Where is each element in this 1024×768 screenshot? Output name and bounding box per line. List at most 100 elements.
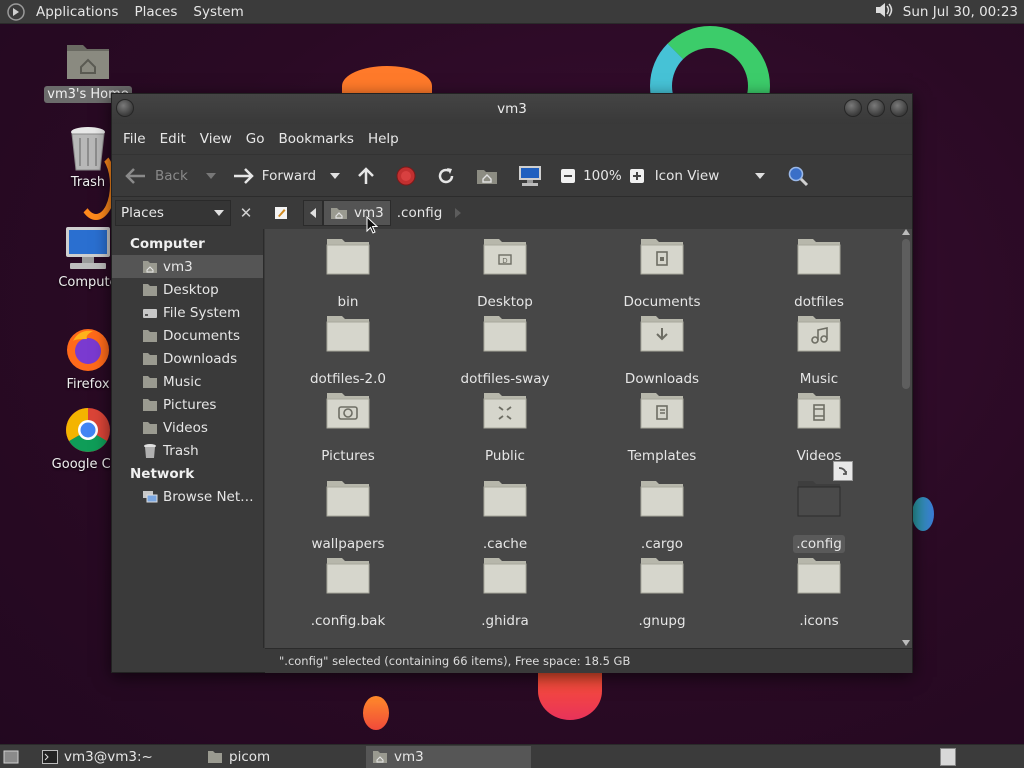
trash-icon — [64, 124, 112, 172]
drive-icon — [142, 305, 158, 321]
menu-bookmarks[interactable]: Bookmarks — [272, 131, 361, 147]
back-history-dropdown-icon[interactable] — [205, 172, 216, 179]
minimize-button[interactable] — [844, 99, 862, 117]
sidebar-heading-network: Network — [130, 466, 195, 482]
search-button[interactable] — [782, 160, 814, 192]
maximize-button[interactable] — [867, 99, 885, 117]
file-item[interactable]: dotfiles-2.0 — [273, 312, 423, 388]
forward-history-dropdown-icon[interactable] — [330, 172, 341, 179]
sidebar-item-label: Trash — [163, 442, 199, 459]
breadcrumb-scroll-left[interactable] — [303, 199, 323, 226]
folder-icon — [326, 312, 370, 352]
file-item[interactable]: .cargo — [587, 477, 737, 553]
sidebar-item-documents[interactable]: Documents — [112, 324, 263, 347]
sidebar-item-browse-net[interactable]: Browse Net… — [112, 485, 263, 508]
chevron-right-icon — [455, 207, 462, 218]
applications-menu[interactable]: Applications — [28, 0, 126, 24]
scroll-down-icon[interactable] — [902, 640, 910, 646]
computer-button[interactable] — [513, 160, 547, 192]
reload-button[interactable] — [431, 160, 461, 192]
vertical-scrollbar[interactable] — [902, 229, 910, 646]
svg-text:D: D — [502, 257, 507, 265]
zoom-in-icon — [629, 168, 644, 183]
home-button[interactable] — [471, 160, 503, 192]
file-icon-view[interactable]: bin D Desktop Documents dotfiles dotfile… — [265, 229, 912, 648]
forward-button[interactable]: Forward — [227, 160, 345, 192]
sidebar-item-label: Music — [163, 373, 202, 390]
menu-file[interactable]: File — [116, 131, 153, 147]
scrollbar-thumb[interactable] — [902, 239, 910, 389]
back-arrow-icon — [125, 167, 145, 184]
home-folder-icon — [64, 36, 112, 84]
folder-icon — [797, 389, 841, 429]
file-item[interactable]: .gnupg — [587, 554, 737, 630]
menu-view[interactable]: View — [193, 131, 239, 147]
workspace-switcher[interactable] — [940, 747, 956, 766]
file-item[interactable]: .config.bak — [273, 554, 423, 630]
reload-icon — [438, 167, 454, 183]
bottom-panel: vm3@vm3:~ picom vm3 — [0, 744, 1024, 768]
zoom-out-icon — [561, 168, 576, 183]
zoom-in-button[interactable] — [624, 160, 650, 192]
file-item[interactable]: D Desktop — [430, 235, 580, 311]
sidebar-item-videos[interactable]: Videos — [112, 416, 263, 439]
system-menu[interactable]: System — [185, 0, 251, 24]
file-item[interactable]: Downloads — [587, 312, 737, 388]
sidebar-type-selector[interactable]: Places — [115, 199, 231, 226]
sidebar-type-label: Places — [121, 204, 164, 221]
speaker-icon[interactable] — [873, 0, 895, 24]
file-item[interactable]: Pictures — [273, 389, 423, 465]
breadcrumb-vm3[interactable]: vm3 — [323, 199, 391, 226]
sidebar-item-trash[interactable]: Trash — [112, 439, 263, 462]
sidebar-item-pictures[interactable]: Pictures — [112, 393, 263, 416]
zoom-out-button[interactable] — [555, 160, 581, 192]
window-titlebar[interactable]: vm3 — [112, 94, 912, 124]
file-item[interactable]: Videos — [744, 389, 894, 465]
show-desktop-button[interactable] — [0, 746, 22, 768]
scroll-up-icon[interactable] — [902, 229, 910, 235]
file-item[interactable]: Templates — [587, 389, 737, 465]
back-button[interactable]: Back — [120, 160, 221, 192]
file-item[interactable]: wallpapers — [273, 477, 423, 553]
stop-button[interactable] — [391, 160, 421, 192]
file-item[interactable]: .ghidra — [430, 554, 580, 630]
menu-edit[interactable]: Edit — [153, 131, 193, 147]
edit-location-button[interactable] — [269, 200, 293, 226]
file-name: Public — [485, 448, 525, 464]
file-item[interactable]: Music — [744, 312, 894, 388]
taskbar-button[interactable]: picom — [201, 746, 366, 768]
places-sidebar: Computer vm3 Desktop File System Documents D… — [112, 229, 264, 648]
sidebar-item-desktop[interactable]: Desktop — [112, 278, 263, 301]
file-item[interactable]: dotfiles-sway — [430, 312, 580, 388]
view-mode-selector[interactable]: Icon View — [650, 160, 771, 192]
menu-go[interactable]: Go — [239, 131, 272, 147]
places-menu[interactable]: Places — [126, 0, 185, 24]
window-menu-button[interactable] — [116, 99, 134, 117]
zoom-level[interactable]: 100% — [581, 160, 624, 192]
close-sidebar-icon[interactable]: ✕ — [235, 202, 257, 224]
sidebar-item-downloads[interactable]: Downloads — [112, 347, 263, 370]
file-item[interactable]: .cache — [430, 477, 580, 553]
breadcrumb-config[interactable]: .config — [391, 200, 449, 226]
file-item[interactable]: bin — [273, 235, 423, 311]
taskbar-label: vm3@vm3:~ — [64, 748, 153, 765]
file-item[interactable]: dotfiles — [744, 235, 894, 311]
file-item[interactable]: Public — [430, 389, 580, 465]
file-name: .cargo — [640, 536, 684, 552]
file-name: dotfiles — [794, 294, 844, 310]
file-item[interactable]: Documents — [587, 235, 737, 311]
sidebar-item-music[interactable]: Music — [112, 370, 263, 393]
menu-help[interactable]: Help — [361, 131, 406, 147]
distro-logo-icon[interactable] — [6, 2, 26, 22]
breadcrumb-scroll-right[interactable] — [448, 200, 468, 226]
sidebar-item-file-system[interactable]: File System — [112, 301, 263, 324]
taskbar-button[interactable]: vm3@vm3:~ — [36, 746, 201, 768]
file-item[interactable]: .config — [744, 461, 894, 553]
sidebar-item-vm3[interactable]: vm3 — [112, 255, 263, 278]
file-item[interactable]: .icons — [744, 554, 894, 630]
up-button[interactable] — [351, 160, 381, 192]
panel-clock[interactable]: Sun Jul 30, 00:23 — [903, 4, 1018, 20]
taskbar-button[interactable]: vm3 — [366, 745, 531, 768]
desktop-icon-label: Trash — [70, 175, 106, 190]
close-button[interactable] — [890, 99, 908, 117]
